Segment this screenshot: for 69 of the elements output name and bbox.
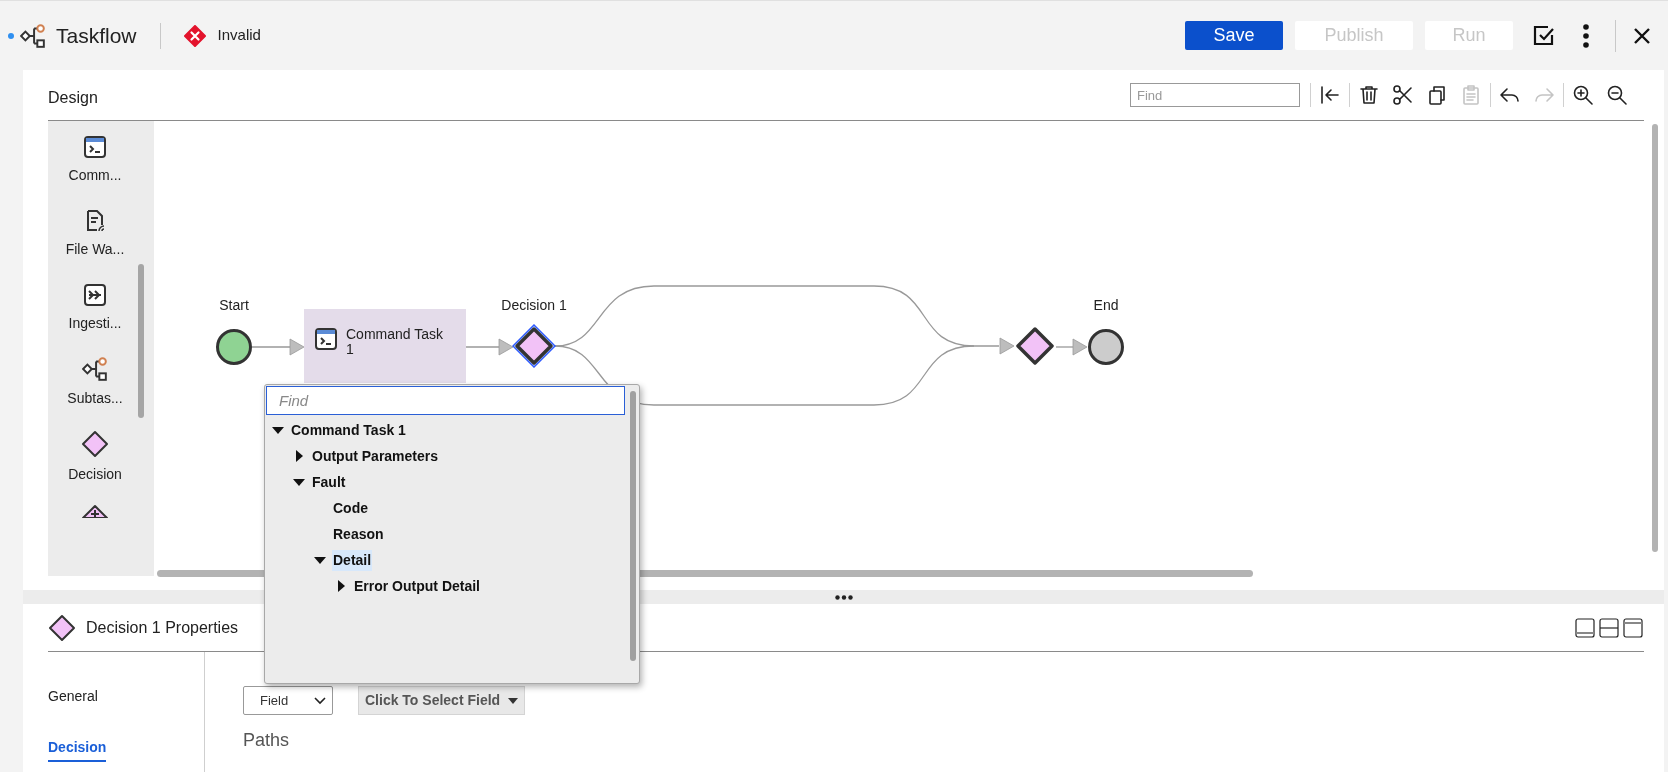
field-type-select[interactable]: Field: [243, 686, 333, 715]
palette-item[interactable]: Decision: [55, 428, 135, 503]
arrow-head-icon: [999, 337, 1015, 355]
end-node[interactable]: [1088, 329, 1124, 365]
layout-button[interactable]: [1574, 616, 1596, 639]
palette-item[interactable]: File Wa...: [55, 206, 135, 281]
task-node[interactable]: Command Task 1: [304, 309, 466, 383]
tree-item[interactable]: Fault: [311, 471, 347, 493]
palette-item[interactable]: Subtas...: [55, 354, 135, 429]
node-label: Command Task 1: [346, 327, 444, 357]
scrollbar[interactable]: [630, 391, 636, 661]
panel-layout-icon: [1599, 617, 1619, 638]
decision-node[interactable]: [512, 324, 556, 368]
tab[interactable]: General: [48, 686, 98, 711]
panel-title: Design: [48, 88, 98, 108]
panel-title: Decision 1 Properties: [86, 617, 239, 638]
drag-handle-icon: [834, 594, 853, 600]
decision-node[interactable]: [1013, 324, 1057, 368]
find-field[interactable]: Find: [1130, 83, 1300, 107]
chevron-down-icon: [314, 696, 326, 705]
field-select[interactable]: Click To Select Field: [358, 686, 526, 715]
panel-layout-icon: [1623, 617, 1643, 638]
diamond-icon: [48, 613, 76, 642]
collapse-left-icon: [1318, 83, 1342, 107]
tree-item[interactable]: Output Parameters: [311, 445, 440, 467]
collapse-icon[interactable]: [293, 476, 305, 488]
status-label: Invalid: [217, 25, 261, 46]
collapse-icon[interactable]: [314, 554, 326, 566]
tree-item[interactable]: Code: [332, 497, 369, 519]
terminal-icon: [83, 135, 107, 159]
palette-item[interactable]: Comm...: [55, 133, 135, 207]
diamond-icon: [81, 430, 109, 459]
terminal-icon: [314, 327, 338, 351]
tree-item[interactable]: Reason: [332, 523, 385, 545]
start-node[interactable]: [216, 329, 252, 365]
tab[interactable]: Decision: [48, 737, 107, 762]
expand-icon[interactable]: [293, 450, 305, 462]
window-title: Taskflow: [56, 22, 137, 49]
flow-icon: [20, 22, 46, 49]
panel-layout-icon: [1575, 617, 1595, 638]
connector: [465, 338, 514, 356]
caret-icon: [508, 697, 519, 704]
more-icon: [1583, 23, 1589, 48]
connector: [251, 338, 305, 356]
zoom-in-icon: [1571, 83, 1595, 107]
layout-button[interactable]: [1598, 616, 1620, 639]
flow-icon: [82, 356, 108, 383]
find-field[interactable]: Find: [266, 386, 625, 415]
scissors-icon: [1391, 83, 1415, 107]
connector: [1055, 338, 1088, 356]
delete-icon: [1357, 83, 1381, 107]
expand-icon[interactable]: [335, 580, 347, 592]
collapse-icon[interactable]: [272, 424, 284, 436]
scrollbar[interactable]: [138, 264, 144, 418]
scrollbar[interactable]: [1652, 124, 1658, 552]
diamond-plus-icon: [81, 504, 109, 519]
section-label: Paths: [243, 729, 291, 752]
node-label: Start: [219, 296, 249, 315]
layout-button[interactable]: [1622, 616, 1644, 639]
tree-item[interactable]: Error Output Detail: [353, 575, 481, 597]
zoom-out-icon: [1605, 83, 1629, 107]
close-icon: [1633, 26, 1651, 45]
palette-item[interactable]: Ingesti...: [55, 280, 135, 355]
checkbox-icon: [1532, 23, 1556, 48]
node-label: End: [1093, 296, 1119, 315]
node-label: Decision 1: [501, 296, 567, 315]
tree-item[interactable]: Detail: [332, 549, 373, 571]
primary-button[interactable]: Save: [1185, 21, 1283, 50]
tree-item[interactable]: Command Task 1: [290, 419, 407, 441]
